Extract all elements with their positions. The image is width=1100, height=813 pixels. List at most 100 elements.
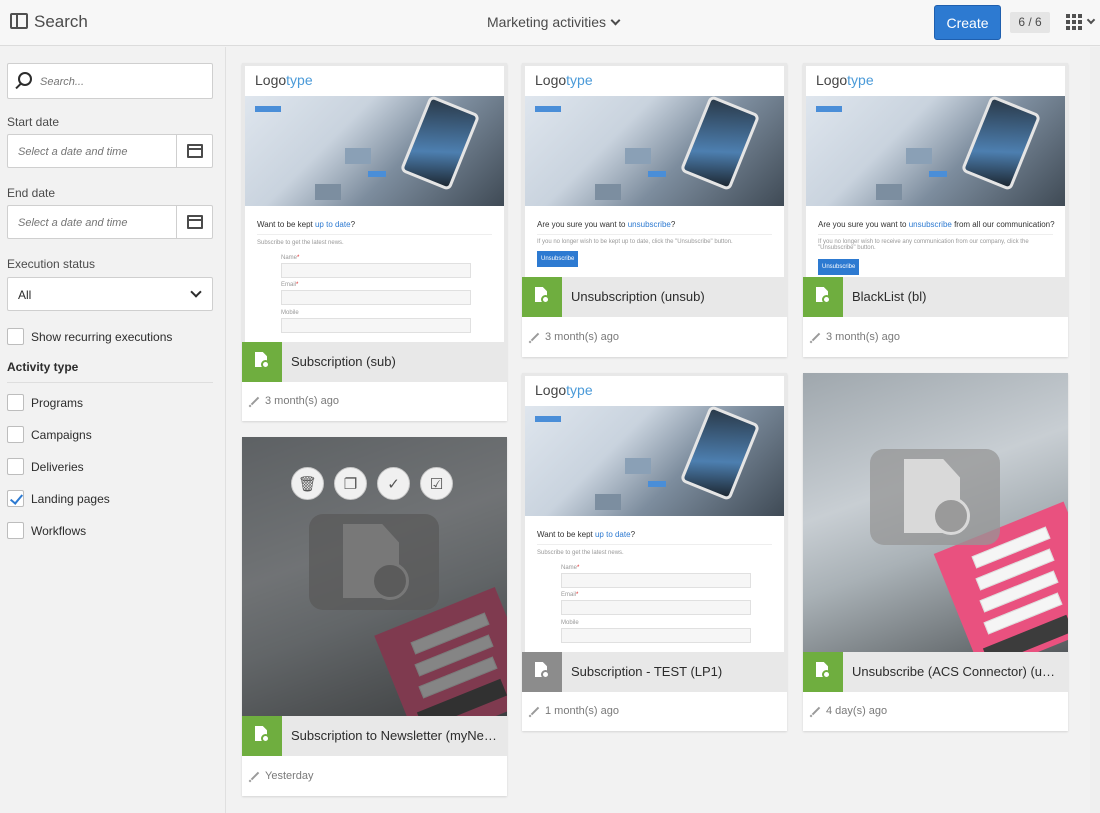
search-input[interactable] — [40, 72, 205, 92]
checkbox[interactable] — [7, 394, 24, 411]
top-bar: Search Marketing activities Create 6 / 6 — [0, 0, 1100, 46]
activity-type-programs[interactable]: Programs — [7, 394, 83, 411]
landing-page-icon — [803, 277, 843, 317]
activity-type-label: Landing pages — [31, 491, 110, 506]
card-modified: Yesterday — [250, 770, 314, 782]
context-label: Marketing activities — [487, 14, 607, 30]
start-date-field — [7, 134, 213, 168]
checkbox-icon: ☑ — [429, 474, 444, 493]
end-date-picker-button[interactable] — [176, 206, 212, 238]
pencil-icon — [811, 332, 821, 342]
activity-type-deliveries[interactable]: Deliveries — [7, 458, 84, 475]
card-thumbnail — [242, 437, 507, 717]
start-date-picker-button[interactable] — [176, 135, 212, 167]
card-label-bar: Subscription - TEST (LP1) — [522, 652, 787, 692]
card-title: Subscription to Newsletter (myNewsletter… — [291, 728, 501, 743]
card-label-bar: Subscription (sub) — [242, 342, 507, 382]
activity-type-landing-pages[interactable]: Landing pages — [7, 490, 110, 507]
context-selector[interactable]: Marketing activities — [487, 14, 621, 30]
select-button[interactable]: ☑ — [420, 467, 453, 500]
card-label-bar: Unsubscription (unsub) — [522, 277, 787, 317]
card-title: BlackList (bl) — [852, 289, 927, 304]
landing-page-icon — [522, 277, 562, 317]
card-thumbnail — [803, 373, 1068, 653]
recurring-executions-checkbox[interactable]: Show recurring executions — [7, 328, 172, 345]
duplicate-icon: ❐ — [343, 474, 358, 493]
view-mode-toggle[interactable] — [1066, 14, 1098, 32]
result-count-badge: 6 / 6 — [1010, 12, 1050, 33]
end-date-input[interactable] — [18, 214, 173, 232]
approve-button[interactable]: ✓ — [377, 467, 410, 500]
create-button[interactable]: Create — [934, 5, 1001, 40]
sidebar-toggle-icon[interactable] — [10, 13, 28, 29]
activity-card[interactable]: Logotype Want to be kept up to date? Sub… — [242, 63, 507, 421]
checkbox-checked[interactable] — [7, 490, 24, 507]
checkbox[interactable] — [7, 522, 24, 539]
end-date-field — [7, 205, 213, 239]
start-date-input[interactable] — [18, 143, 173, 161]
card-title: Unsubscribe (ACS Connector) (unsubscribe… — [852, 664, 1062, 679]
activity-card[interactable]: Unsubscribe (ACS Connector) (unsubscribe… — [803, 373, 1068, 731]
card-title: Subscription (sub) — [291, 354, 396, 369]
delete-button[interactable]: 🗑 — [291, 467, 324, 500]
execution-status-label: Execution status — [7, 257, 96, 271]
pencil-icon — [250, 396, 260, 406]
chevron-down-icon — [610, 15, 621, 25]
logo-text: Logotype — [816, 72, 874, 88]
divider — [7, 382, 213, 383]
execution-status-select[interactable]: All — [7, 277, 213, 311]
checkbox[interactable] — [7, 328, 24, 345]
recurring-executions-label: Show recurring executions — [31, 329, 173, 344]
filter-panel: Start date End date Execution status All… — [0, 47, 226, 813]
activity-type-workflows[interactable]: Workflows — [7, 522, 86, 539]
activity-card[interactable]: Logotype Are you sure you want to unsubs… — [522, 63, 787, 357]
duplicate-button[interactable]: ❐ — [334, 467, 367, 500]
activity-type-label: Deliveries — [31, 459, 84, 474]
pencil-icon — [250, 771, 260, 781]
logo-text: Logotype — [255, 72, 313, 88]
card-modified: 3 month(s) ago — [250, 395, 339, 407]
card-label-bar: Subscription to Newsletter (myNewsletter… — [242, 716, 507, 756]
card-thumbnail: Logotype Want to be kept up to date? Sub… — [242, 63, 507, 343]
chevron-down-icon — [190, 286, 202, 298]
pencil-icon — [530, 332, 540, 342]
page-title: Search — [34, 12, 88, 31]
card-thumbnail: Logotype Are you sure you want to unsubs… — [803, 63, 1068, 278]
search-field — [7, 63, 213, 99]
activity-type-label: Campaigns — [31, 427, 92, 442]
calendar-icon — [187, 144, 203, 158]
checkbox[interactable] — [7, 458, 24, 475]
activity-type-label: Workflows — [31, 523, 87, 538]
scrollbar[interactable] — [1090, 47, 1100, 813]
activity-card[interactable]: Logotype Are you sure you want to unsubs… — [803, 63, 1068, 357]
landing-page-icon — [242, 342, 282, 382]
card-modified: 3 month(s) ago — [530, 331, 619, 343]
card-modified: 4 day(s) ago — [811, 705, 887, 717]
activity-card-hovered[interactable]: 🗑 ❐ ✓ ☑ Subscription to Newsletter (myNe… — [242, 437, 507, 796]
activity-type-campaigns[interactable]: Campaigns — [7, 426, 92, 443]
landing-page-icon — [522, 652, 562, 692]
chevron-down-icon — [1086, 15, 1096, 25]
activity-type-label: Programs — [31, 395, 84, 410]
end-date-label: End date — [7, 186, 56, 200]
card-label-bar: Unsubscribe (ACS Connector) (unsubscribe… — [803, 652, 1068, 692]
card-label-bar: BlackList (bl) — [803, 277, 1068, 317]
logo-text: Logotype — [535, 382, 593, 398]
activity-card[interactable]: Logotype Want to be kept up to date? Sub… — [522, 373, 787, 731]
landing-page-icon — [803, 652, 843, 692]
activity-type-title: Activity type — [7, 360, 79, 374]
card-thumbnail: Logotype Want to be kept up to date? Sub… — [522, 373, 787, 653]
card-thumbnail: Logotype Are you sure you want to unsubs… — [522, 63, 787, 278]
card-modified: 1 month(s) ago — [530, 705, 619, 717]
pencil-icon — [811, 706, 821, 716]
card-modified: 3 month(s) ago — [811, 331, 900, 343]
checkbox[interactable] — [7, 426, 24, 443]
logo-text: Logotype — [535, 72, 593, 88]
trash-icon: 🗑 — [297, 474, 318, 493]
search-icon — [18, 72, 32, 86]
execution-status-value: All — [18, 288, 32, 302]
check-icon: ✓ — [387, 474, 400, 493]
start-date-label: Start date — [7, 115, 60, 129]
landing-page-icon — [242, 716, 282, 756]
card-title: Unsubscription (unsub) — [571, 289, 705, 304]
